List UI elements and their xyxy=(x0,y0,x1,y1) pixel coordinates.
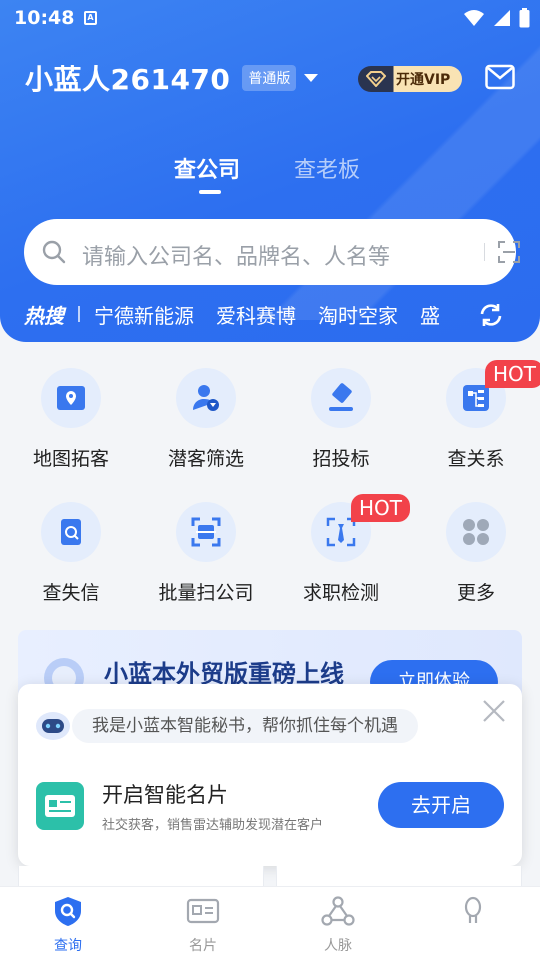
close-icon[interactable] xyxy=(481,698,507,724)
feature-label: 更多 xyxy=(456,582,495,604)
feature-label: 批量扫公司 xyxy=(158,582,254,604)
search-shield-icon xyxy=(55,897,81,926)
card-subtitle: 社交获客，销售雷达辅助发现潜在客户 xyxy=(102,818,324,833)
id-card-icon xyxy=(186,898,220,924)
refresh-icon[interactable] xyxy=(478,302,504,328)
active-tab-indicator xyxy=(199,190,221,194)
nav-label: 人脉 xyxy=(324,938,352,954)
hot-badge: HOT xyxy=(351,494,410,522)
scan-icon[interactable] xyxy=(497,240,521,264)
username: 小蓝人261470 xyxy=(25,63,231,96)
tab-company[interactable]: 查公司 xyxy=(174,152,240,184)
tab-boss[interactable]: 查老板 xyxy=(294,152,360,184)
gavel-icon xyxy=(311,368,371,428)
search-icon xyxy=(42,240,66,264)
robot-assistant-icon xyxy=(36,712,70,740)
hot-badge: HOT xyxy=(485,360,540,388)
feature-bidding[interactable]: 招投标 xyxy=(276,358,406,471)
feature-label: 查关系 xyxy=(447,448,505,470)
signal-icon xyxy=(494,10,510,26)
app-notification-icon: A xyxy=(84,11,97,25)
network-icon xyxy=(321,896,355,926)
feature-map-prospect[interactable]: 地图拓客 xyxy=(6,358,136,471)
user-row[interactable]: 小蓝人261470 普通版 xyxy=(25,58,319,98)
card-peek-right xyxy=(276,866,522,888)
hot-search-row: 热搜 宁德新能源 爱科赛博 淘时空家 盛 xyxy=(24,300,514,328)
profile-icon xyxy=(464,896,482,923)
smart-card-popup: 我是小蓝本智能秘书，帮你抓住每个机遇 开启智能名片 社交获客，销售雷达辅助发现潜… xyxy=(18,684,522,866)
nav-item-card[interactable]: 名片 xyxy=(153,895,253,955)
nav-item-search[interactable]: 查询 xyxy=(18,895,118,955)
feature-more[interactable]: 更多 xyxy=(411,492,540,605)
hot-search-item[interactable]: 淘时空家 xyxy=(318,300,398,328)
feature-label: 招投标 xyxy=(312,448,370,470)
feature-dishonest[interactable]: 查失信 xyxy=(6,492,136,605)
hot-search-item[interactable]: 宁德新能源 xyxy=(94,300,194,328)
bottom-nav: 查询 名片 人脉 xyxy=(0,886,540,960)
open-vip-button[interactable]: 开通VIP xyxy=(358,66,462,92)
status-icons xyxy=(463,8,530,28)
business-card-icon xyxy=(36,782,84,830)
diamond-icon xyxy=(358,71,394,87)
nav-item-profile[interactable] xyxy=(423,895,523,935)
map-pin-icon xyxy=(41,368,101,428)
hot-search-label: 热搜 xyxy=(24,303,64,328)
edition-badge: 普通版 xyxy=(242,65,297,91)
hot-search-item[interactable]: 爱科赛博 xyxy=(216,300,296,328)
enable-smart-card-button[interactable]: 去开启 xyxy=(378,782,504,828)
status-bar: 10:48 A xyxy=(0,0,540,36)
battery-icon xyxy=(519,8,530,28)
search-placeholder[interactable]: 请输入公司名、品牌名、人名等 xyxy=(82,239,390,271)
user-filter-icon xyxy=(176,368,236,428)
hot-search-divider xyxy=(78,306,80,322)
more-dots-icon xyxy=(446,502,506,562)
wifi-icon xyxy=(464,10,484,26)
nav-item-network[interactable]: 人脉 xyxy=(288,895,388,955)
feature-prospect-filter[interactable]: 潜客筛选 xyxy=(141,358,271,471)
status-time: 10:48 xyxy=(14,7,75,29)
scan-batch-icon xyxy=(176,502,236,562)
nav-label: 查询 xyxy=(54,938,82,954)
card-title: 开启智能名片 xyxy=(102,783,228,807)
chevron-down-icon[interactable] xyxy=(304,74,319,82)
search-divider xyxy=(484,243,485,261)
feature-batch-scan[interactable]: 批量扫公司 xyxy=(141,492,271,605)
hot-search-item[interactable]: 盛 xyxy=(420,300,440,328)
search-bar[interactable]: 请输入公司名、品牌名、人名等 xyxy=(24,219,520,285)
feature-label: 地图拓客 xyxy=(32,448,109,470)
feature-label: 求职检测 xyxy=(302,582,379,604)
feature-label: 潜客筛选 xyxy=(167,448,244,470)
dishonest-search-icon xyxy=(41,502,101,562)
mail-icon[interactable] xyxy=(485,64,515,90)
assistant-message: 我是小蓝本智能秘书，帮你抓住每个机遇 xyxy=(72,709,418,743)
nav-label: 名片 xyxy=(189,938,217,954)
header: 10:48 A 小蓝人261470 普通版 开通VIP 查公司 查老板 请输入公… xyxy=(0,0,540,342)
vip-label: 开通VIP xyxy=(396,72,451,88)
card-peek-left xyxy=(18,866,264,888)
feature-label: 查失信 xyxy=(42,582,100,604)
